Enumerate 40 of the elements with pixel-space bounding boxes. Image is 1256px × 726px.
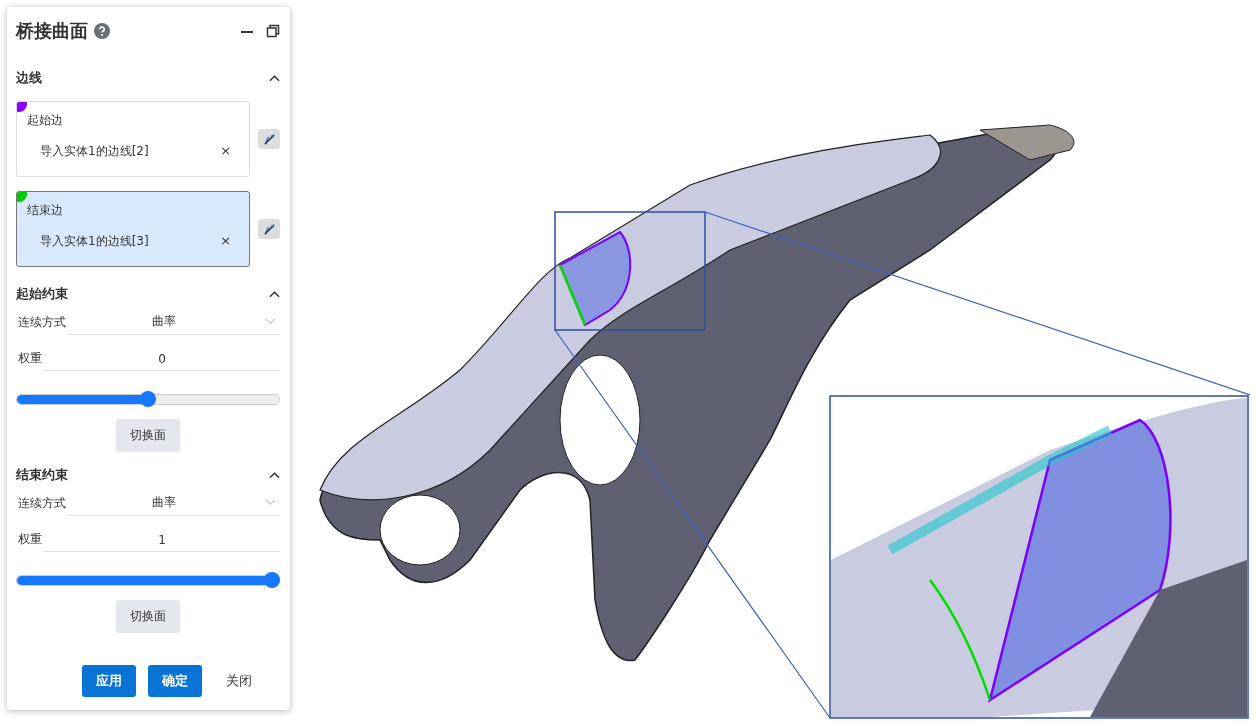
edge-label: 起始边 <box>27 112 64 129</box>
weight-slider[interactable] <box>16 572 280 588</box>
field-label: 权重 <box>17 350 43 367</box>
primary-button[interactable]: 应用 <box>82 665 136 697</box>
switch-face-button[interactable]: 切换面 <box>116 600 180 633</box>
caret-icon[interactable] <box>269 74 280 82</box>
remove-button[interactable]: × <box>220 143 240 160</box>
caret-icon[interactable] <box>269 290 280 298</box>
continuity-dropdown[interactable]: 曲率 <box>68 313 280 335</box>
field-label: 连续方式 <box>17 314 67 331</box>
field-label: 连续方式 <box>17 495 67 512</box>
continuity-dropdown[interactable]: 曲率 <box>68 494 280 516</box>
remove-button[interactable]: × <box>220 233 240 250</box>
close-button[interactable]: 关闭 <box>214 665 264 697</box>
switch-face-button[interactable]: 切换面 <box>116 419 180 452</box>
panel-title: 桥接曲面 <box>16 19 88 43</box>
pick-arrow-icon <box>262 132 276 146</box>
edge-value: 导入实体1的边线[2] <box>40 143 149 160</box>
section-title: 边线 <box>16 69 42 87</box>
edge-selection-box[interactable]: 结束边 导入实体1的边线[3] × <box>16 191 251 267</box>
field-label: 权重 <box>17 531 43 548</box>
weight-input[interactable]: 0 <box>44 352 280 371</box>
edge-selection-box[interactable]: 起始边 导入实体1的边线[2] × <box>16 101 251 177</box>
restore-icon[interactable] <box>266 24 280 38</box>
weight-input[interactable]: 1 <box>44 533 280 552</box>
chevron-down-icon <box>265 318 276 325</box>
edge-value: 导入实体1的边线[3] <box>40 233 149 250</box>
weight-slider[interactable] <box>16 391 280 407</box>
pick-edge-button[interactable] <box>258 219 280 239</box>
edge-label: 结束边 <box>27 202 64 219</box>
pick-arrow-icon <box>262 222 276 236</box>
section-title: 起始约束 <box>16 285 68 303</box>
slider-thumb[interactable] <box>264 572 280 588</box>
primary-button[interactable]: 确定 <box>148 665 202 697</box>
help-icon[interactable] <box>94 23 110 39</box>
section-title: 结束约束 <box>16 466 68 484</box>
slider-thumb[interactable] <box>140 391 156 407</box>
chevron-down-icon <box>265 499 276 506</box>
caret-icon[interactable] <box>269 471 280 479</box>
pick-edge-button[interactable] <box>258 129 280 149</box>
